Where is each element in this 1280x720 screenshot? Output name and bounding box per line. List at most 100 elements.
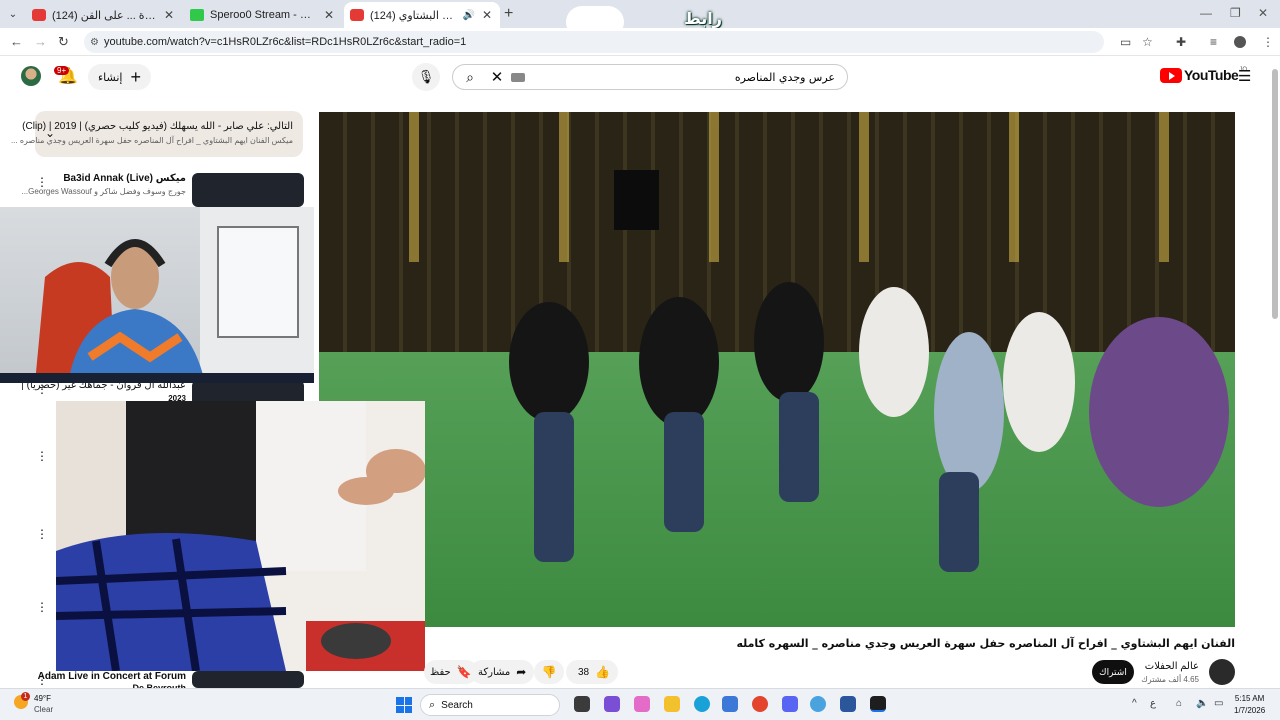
- kick-icon: [190, 9, 204, 21]
- window-close-icon[interactable]: ✕: [1258, 6, 1268, 20]
- rec-title: ميكس Ba3id Annak (Live): [63, 173, 186, 184]
- clock-time: 5:15 AM: [1234, 694, 1265, 703]
- dislike-button[interactable]: 👎: [534, 660, 564, 684]
- search-input[interactable]: [525, 70, 847, 84]
- profile-avatar[interactable]: [1234, 36, 1246, 48]
- input-language[interactable]: ع: [1150, 698, 1156, 709]
- windows-start-icon[interactable]: [396, 697, 412, 713]
- tab-1[interactable]: (124) مجوز وردة ... على القن ✕: [26, 2, 182, 28]
- up-next-title: التالي: علي صابر - الله يسهلك (فيديو كلي…: [22, 121, 293, 132]
- tab-search-dropdown-icon[interactable]: ⌄: [4, 5, 22, 23]
- microphone-icon[interactable]: 🎙: [412, 63, 440, 91]
- site-info-icon[interactable]: ⚙: [90, 37, 99, 48]
- thumbs-up-icon[interactable]: 👍: [595, 665, 610, 679]
- notifications-badge: 9+: [54, 66, 70, 75]
- clear-search-icon[interactable]: ✕: [487, 68, 507, 86]
- back-icon[interactable]: ←: [10, 34, 23, 49]
- rec-title: Adam Live in Concert at Forum: [37, 671, 186, 682]
- video-player[interactable]: [319, 112, 1235, 627]
- reading-list-icon[interactable]: ≡: [1210, 35, 1217, 49]
- store-icon[interactable]: [722, 696, 738, 712]
- battery-icon[interactable]: ▭: [1214, 698, 1223, 709]
- browser-menu-icon[interactable]: ⋮: [1262, 35, 1274, 49]
- tab-label: (124) الفنان ايهم البشتاوي _: [370, 9, 458, 22]
- hamburger-menu-icon[interactable]: ☰: [1238, 67, 1251, 85]
- like-dislike-group: 38 👍: [566, 660, 619, 684]
- channel-avatar[interactable]: [1209, 659, 1235, 685]
- windows-taskbar: 1 49°F Clear ⌕ Search ^ ع ⌂ 🔈 ▭ 5:15 AM …: [0, 688, 1280, 720]
- volume-icon[interactable]: 🔈: [1196, 698, 1208, 709]
- tray-chevron-icon[interactable]: ^: [1132, 698, 1137, 709]
- tab-2[interactable]: Speroo0 Stream - Watch Live o ✕: [184, 2, 342, 28]
- channel-name[interactable]: عالم الحفلات: [1145, 661, 1199, 672]
- more-options-icon[interactable]: ⋮: [36, 673, 48, 687]
- bookmark-star-icon[interactable]: ☆: [1142, 35, 1153, 49]
- like-count[interactable]: 38: [578, 667, 589, 678]
- new-tab-button[interactable]: +: [504, 5, 513, 23]
- video-thumbnail[interactable]: [192, 173, 304, 207]
- tab-3-active[interactable]: (124) الفنان ايهم البشتاوي _ 🔊 ✕: [344, 2, 500, 28]
- autoplay-queue-card[interactable]: ⌄ التالي: علي صابر - الله يسهلك (فيديو ك…: [11, 111, 303, 157]
- create-button[interactable]: إنشاء +: [88, 64, 151, 90]
- edge-icon[interactable]: [694, 696, 710, 712]
- app-icon[interactable]: [810, 696, 826, 712]
- share-icon: ➦: [516, 665, 527, 679]
- video-frame-illustration: [509, 170, 1229, 572]
- mix-subtitle: ميكس الفنان ايهم البشتاوي _ افراح آل الم…: [10, 136, 293, 145]
- speaker-icon[interactable]: 🔊: [462, 10, 476, 21]
- subscriber-count: 4.65 ألف مشترك: [1141, 675, 1199, 684]
- browser-tab-bar: ⌄ (124) مجوز وردة ... على القن ✕ Speroo0…: [0, 0, 1280, 48]
- keyboard-icon[interactable]: [511, 72, 525, 82]
- webcam-illustration: [0, 207, 314, 383]
- video-thumbnail[interactable]: [192, 671, 304, 688]
- reload-icon[interactable]: ↻: [58, 34, 69, 50]
- minimize-icon[interactable]: —: [1200, 6, 1212, 20]
- plus-icon: +: [130, 66, 141, 87]
- network-icon[interactable]: ⌂: [1176, 698, 1182, 709]
- share-label: مشاركة: [478, 666, 511, 678]
- task-view-icon[interactable]: [574, 696, 590, 712]
- taskbar-search[interactable]: ⌕ Search: [420, 694, 560, 716]
- youtube-icon: [350, 9, 364, 21]
- more-options-icon[interactable]: ⋮: [36, 449, 48, 463]
- extensions-icon[interactable]: ✚: [1176, 35, 1186, 49]
- thumbs-down-icon: 👎: [541, 665, 557, 679]
- url-field[interactable]: ⚙ youtube.com/watch?v=c1HsR0LZr6c&list=R…: [84, 31, 1104, 53]
- subscribe-button[interactable]: اشتراك: [1092, 660, 1134, 684]
- address-bar-row: ← → ↻ ⚙ youtube.com/watch?v=c1HsR0LZr6c&…: [0, 28, 1280, 56]
- search-icon[interactable]: ⌕: [453, 69, 487, 86]
- discord-icon[interactable]: [782, 696, 798, 712]
- video-title: الفنان ايهم البشتاوي _ افراح آل المناصره…: [736, 637, 1235, 650]
- file-explorer-icon[interactable]: [664, 696, 680, 712]
- save-button[interactable]: حفظ 🔖: [424, 660, 478, 684]
- scrollbar-thumb[interactable]: [1272, 69, 1278, 319]
- close-icon[interactable]: ✕: [162, 8, 176, 22]
- copilot-icon[interactable]: [604, 696, 620, 712]
- clock-date: 1/7/2026: [1234, 706, 1266, 715]
- page-scrollbar[interactable]: [1270, 57, 1280, 687]
- obs-icon[interactable]: [870, 696, 886, 712]
- chrome-icon[interactable]: [752, 696, 768, 712]
- restore-icon[interactable]: ❐: [1230, 6, 1241, 20]
- tab-label: Speroo0 Stream - Watch Live o: [210, 9, 318, 21]
- more-options-icon[interactable]: ⋮: [36, 527, 48, 541]
- weather-condition: Clear: [34, 705, 54, 714]
- share-button[interactable]: مشاركة ➦: [470, 660, 535, 684]
- weather-temp[interactable]: 49°F: [34, 694, 51, 703]
- forward-icon[interactable]: →: [34, 34, 47, 49]
- account-avatar[interactable]: [21, 66, 41, 86]
- photos-icon[interactable]: [634, 696, 650, 712]
- more-options-icon[interactable]: ⋮: [36, 175, 48, 189]
- close-icon[interactable]: ✕: [480, 8, 494, 22]
- clock[interactable]: 5:15 AM 1/7/2026: [1234, 693, 1265, 717]
- youtube-icon: [32, 9, 46, 21]
- cast-icon[interactable]: ▭: [1120, 35, 1131, 49]
- more-options-icon[interactable]: ⋮: [36, 382, 48, 396]
- close-icon[interactable]: ✕: [322, 8, 336, 22]
- app-icon[interactable]: [840, 696, 856, 712]
- search-box: ⌕ ✕: [452, 64, 848, 90]
- more-options-icon[interactable]: ⋮: [36, 600, 48, 614]
- webcam-overlay-streamer: [0, 207, 314, 383]
- youtube-logo[interactable]: YouTube JO: [1160, 67, 1247, 83]
- create-label: إنشاء: [98, 71, 123, 84]
